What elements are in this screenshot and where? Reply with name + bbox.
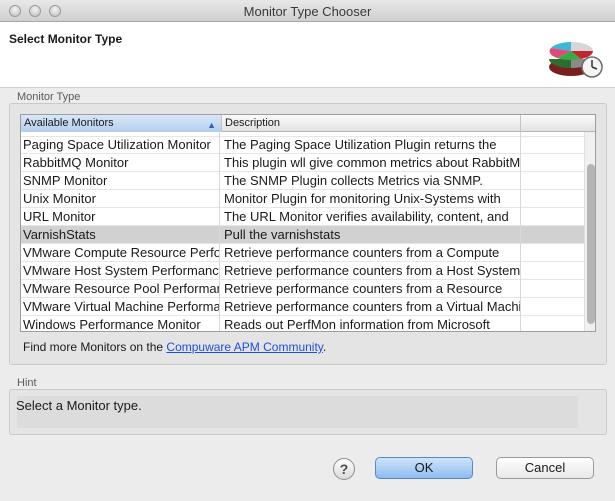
table-cell-name: Paging Space Utilization Monitor	[21, 136, 220, 154]
table-cell-name: Unix Monitor	[21, 190, 220, 208]
find-more-text: Find more Monitors on the Compuware APM …	[23, 340, 326, 354]
table-row[interactable]: VMware Virtual Machine Performance Retrie…	[21, 298, 584, 316]
table-row[interactable]: Unix Monitor Monitor Plugin for monitorin…	[21, 190, 584, 208]
hint-text: Select a Monitor type.	[16, 398, 142, 413]
table-body: Paging Space Utilization Monitor The Pagi…	[21, 136, 584, 331]
table-cell-empty	[521, 226, 584, 244]
table-row[interactable]: Windows Performance Monitor Reads out Per…	[21, 316, 584, 331]
table-cell-name: VMware Virtual Machine Performance	[23, 298, 220, 316]
table-cell-description: The URL Monitor verifies availability, c…	[222, 208, 521, 226]
table-row[interactable]: VMware Compute Resource PerformanceRetri…	[21, 244, 584, 262]
table-cell-empty	[521, 244, 584, 262]
find-more-suffix: .	[322, 340, 327, 354]
monitor-table[interactable]: Available Monitors ▲ Description Paging …	[20, 114, 596, 332]
table-cell-empty	[521, 280, 584, 298]
table-cell-description: Retrieve performance counters from a Res…	[222, 280, 521, 298]
table-cell-description: This plugin wll give common metrics abou…	[224, 154, 521, 172]
table-cell-description: Pull the varnishstats	[222, 226, 521, 244]
table-cell-description: Reads out PerfMon information from Micro…	[222, 316, 521, 331]
column-header-description[interactable]: Description	[222, 115, 521, 132]
table-row[interactable]: VarnishStats Pull the varnishstats	[21, 226, 584, 244]
table-cell-empty	[521, 298, 584, 316]
window-title: Monitor Type Chooser	[243, 4, 372, 19]
table-header: Available Monitors ▲ Description	[21, 115, 595, 132]
sort-ascending-icon: ▲	[207, 120, 216, 130]
table-cell-description: Retrieve performance counters from a Hos…	[224, 262, 521, 280]
compuware-community-link[interactable]: Compuware APM Community	[166, 340, 323, 354]
page-title: Select Monitor Type	[9, 32, 123, 46]
table-cell-empty	[521, 208, 584, 226]
table-cell-name: VMware Compute Resource Performance	[23, 244, 220, 262]
monitor-type-group-label: Monitor Type	[17, 91, 81, 103]
table-cell-empty	[521, 316, 584, 331]
table-cell-name: RabbitMQ Monitor	[21, 154, 220, 172]
table-row[interactable]: VMware Host System Performance Retrieve p…	[21, 262, 584, 280]
hint-group-label: Hint	[17, 377, 37, 389]
table-cell-name: VMware Resource Pool Performance	[23, 280, 220, 298]
table-row[interactable]: VMware Resource Pool Performance Retrieve…	[21, 280, 584, 298]
column-header-available-monitors[interactable]: Available Monitors ▲	[21, 115, 222, 132]
pie-chart-clock-icon	[549, 42, 603, 78]
table-cell-empty	[521, 154, 584, 172]
table-row[interactable]: SNMP Monitor The SNMP Plugin collects Met…	[21, 172, 584, 190]
help-icon[interactable]: ?	[333, 458, 355, 480]
ok-button[interactable]: OK	[375, 457, 473, 479]
table-cell-empty	[521, 190, 584, 208]
table-cell-name: VMware Host System Performance	[23, 262, 220, 280]
scrollbar-thumb[interactable]	[587, 164, 595, 324]
table-cell-name: VarnishStats	[21, 226, 220, 244]
table-scrollbar[interactable]	[584, 132, 595, 331]
table-cell-description: The Paging Space Utilization Plugin retu…	[222, 136, 521, 154]
table-row[interactable]: Paging Space Utilization Monitor The Pagi…	[21, 136, 584, 154]
table-cell-name: SNMP Monitor	[21, 172, 220, 190]
column-header-empty[interactable]	[521, 115, 595, 132]
table-cell-name: URL Monitor	[21, 208, 220, 226]
table-cell-description: Retrieve performance counters from a Vir…	[224, 298, 521, 316]
table-row[interactable]: RabbitMQ Monitor This plugin wll give com…	[21, 154, 584, 172]
table-cell-description: The SNMP Plugin collects Metrics via SNM…	[222, 172, 521, 190]
cancel-button[interactable]: Cancel	[496, 457, 594, 479]
table-cell-name: Windows Performance Monitor	[21, 316, 220, 331]
table-cell-description: Monitor Plugin for monitoring Unix-Syste…	[222, 190, 521, 208]
table-cell-empty	[521, 136, 584, 154]
find-more-prefix: Find more Monitors on the	[23, 340, 167, 354]
header-banner: Select Monitor Type	[0, 22, 615, 88]
table-cell-description: Retrieve performance counters from a Com…	[222, 244, 521, 262]
table-cell-empty	[521, 262, 584, 280]
table-row[interactable]: URL Monitor The URL Monitor verifies avai…	[21, 208, 584, 226]
table-cell-empty	[521, 172, 584, 190]
title-bar: Monitor Type Chooser	[0, 0, 615, 22]
